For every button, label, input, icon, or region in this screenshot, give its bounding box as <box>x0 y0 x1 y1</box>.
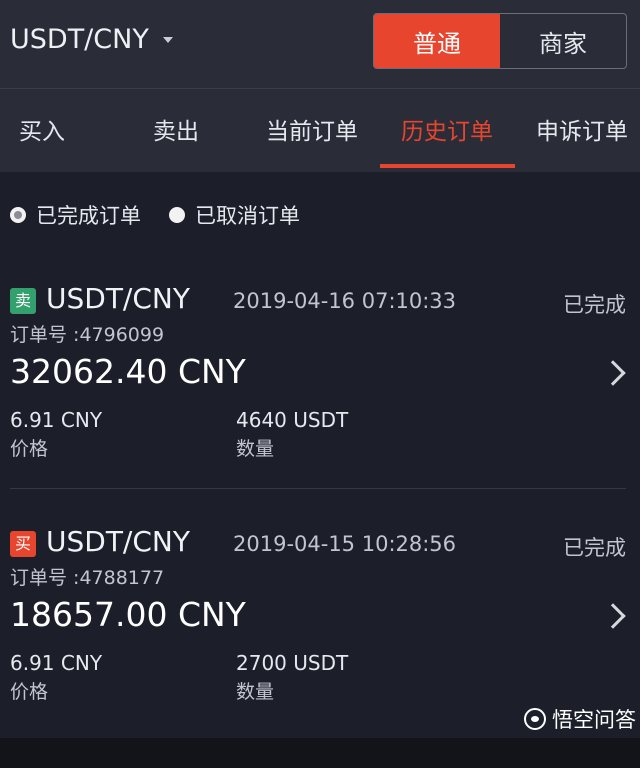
filter-completed-label: 已完成订单 <box>36 204 141 228</box>
caret-down-icon <box>162 36 173 43</box>
tab-current-orders[interactable]: 当前订单 <box>254 89 370 173</box>
order-price-label: 价格 <box>10 438 49 460</box>
buy-badge: 买 <box>10 531 36 557</box>
chevron-right-icon[interactable] <box>600 360 626 386</box>
mode-normal-button[interactable]: 普通 <box>374 14 500 68</box>
pair-selector[interactable]: USDT/CNY <box>10 24 173 55</box>
tab-history-orders[interactable]: 历史订单 <box>388 89 506 173</box>
active-tab-indicator <box>380 164 515 168</box>
mode-toggle: 普通 商家 <box>373 13 627 69</box>
radio-unchecked-icon <box>169 207 185 223</box>
sell-badge: 卖 <box>10 288 36 314</box>
status-filter: 已完成订单 已取消订单 <box>10 200 328 230</box>
order-price: 6.91 CNY <box>10 651 103 675</box>
order-quantity: 4640 USDT <box>236 408 349 432</box>
bottom-bar <box>0 738 640 768</box>
order-price-label: 价格 <box>10 681 49 703</box>
radio-checked-icon <box>10 207 26 223</box>
watermark-text: 悟空问答 <box>552 708 636 732</box>
mode-merchant-button[interactable]: 商家 <box>500 14 626 68</box>
tab-sell[interactable]: 卖出 <box>138 89 214 173</box>
chevron-right-icon[interactable] <box>600 603 626 629</box>
order-number: 订单号 :4788177 <box>10 567 165 589</box>
order-quantity-label: 数量 <box>236 681 275 703</box>
order-pair: USDT/CNY <box>46 282 190 315</box>
order-status: 已完成 <box>563 293 626 317</box>
watermark: 悟空问答 <box>524 704 636 734</box>
divider <box>10 488 626 489</box>
order-total: 18657.00 CNY <box>10 595 246 634</box>
order-time: 2019-04-15 10:28:56 <box>233 532 457 556</box>
order-quantity: 2700 USDT <box>236 651 349 675</box>
pair-label: USDT/CNY <box>10 24 149 55</box>
order-quantity-label: 数量 <box>236 438 275 460</box>
order-number: 订单号 :4796099 <box>10 324 165 346</box>
order-status: 已完成 <box>563 536 626 560</box>
tab-buy[interactable]: 买入 <box>4 89 80 173</box>
filter-completed[interactable]: 已完成订单 <box>10 200 141 230</box>
filter-cancelled-label: 已取消订单 <box>195 204 300 228</box>
wukong-logo-icon <box>524 708 546 730</box>
order-total: 32062.40 CNY <box>10 352 246 391</box>
filter-cancelled[interactable]: 已取消订单 <box>169 200 300 230</box>
order-pair: USDT/CNY <box>46 525 190 558</box>
order-tabs: 买入 卖出 当前订单 历史订单 申诉订单 <box>0 88 640 172</box>
order-time: 2019-04-16 07:10:33 <box>233 289 457 313</box>
tab-appeal-orders[interactable]: 申诉订单 <box>526 89 638 173</box>
order-price: 6.91 CNY <box>10 408 103 432</box>
top-bar: USDT/CNY 普通 商家 <box>0 0 640 88</box>
